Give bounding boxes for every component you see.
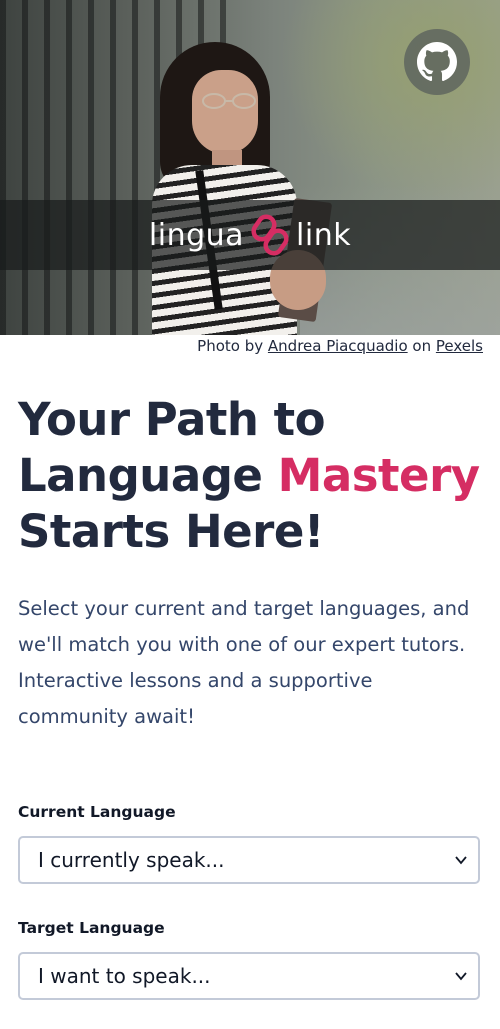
hero-image: lingua link bbox=[0, 0, 500, 335]
chevron-down-icon bbox=[455, 856, 467, 865]
page-title: Your Path to Language Mastery Starts Her… bbox=[18, 392, 488, 560]
person-glasses bbox=[202, 93, 256, 109]
title-line-1: Your Path to bbox=[18, 393, 326, 446]
brand-name-right: link bbox=[296, 217, 352, 253]
github-icon bbox=[417, 42, 457, 82]
target-language-select[interactable]: I want to speak... bbox=[18, 952, 480, 1000]
chain-link-icon bbox=[251, 214, 289, 256]
github-link-button[interactable] bbox=[404, 29, 470, 95]
chevron-down-icon bbox=[455, 972, 467, 981]
current-language-value: I currently speak... bbox=[38, 848, 225, 872]
target-language-label: Target Language bbox=[18, 919, 165, 937]
credit-prefix: Photo by bbox=[197, 337, 264, 355]
hero-foliage bbox=[280, 0, 500, 200]
title-accent-word: Mastery bbox=[277, 449, 481, 502]
brand-name-left: lingua bbox=[148, 217, 245, 253]
title-line-2: Language bbox=[18, 449, 263, 502]
target-language-value: I want to speak... bbox=[38, 964, 211, 988]
current-language-select[interactable]: I currently speak... bbox=[18, 836, 480, 884]
photo-credit: Photo by Andrea Piacquadio on Pexels bbox=[197, 337, 483, 355]
intro-text: Select your current and target languages… bbox=[18, 597, 470, 728]
credit-author-link[interactable]: Andrea Piacquadio bbox=[268, 337, 408, 355]
title-line-3: Starts Here! bbox=[18, 505, 324, 558]
page: lingua link Photo by Andrea Piacquadio o… bbox=[0, 0, 500, 1029]
brand-logo-band: lingua link bbox=[0, 200, 500, 270]
person-face bbox=[192, 70, 258, 154]
current-language-label: Current Language bbox=[18, 803, 176, 821]
credit-middle: on bbox=[412, 337, 432, 355]
credit-source-link[interactable]: Pexels bbox=[436, 337, 483, 355]
